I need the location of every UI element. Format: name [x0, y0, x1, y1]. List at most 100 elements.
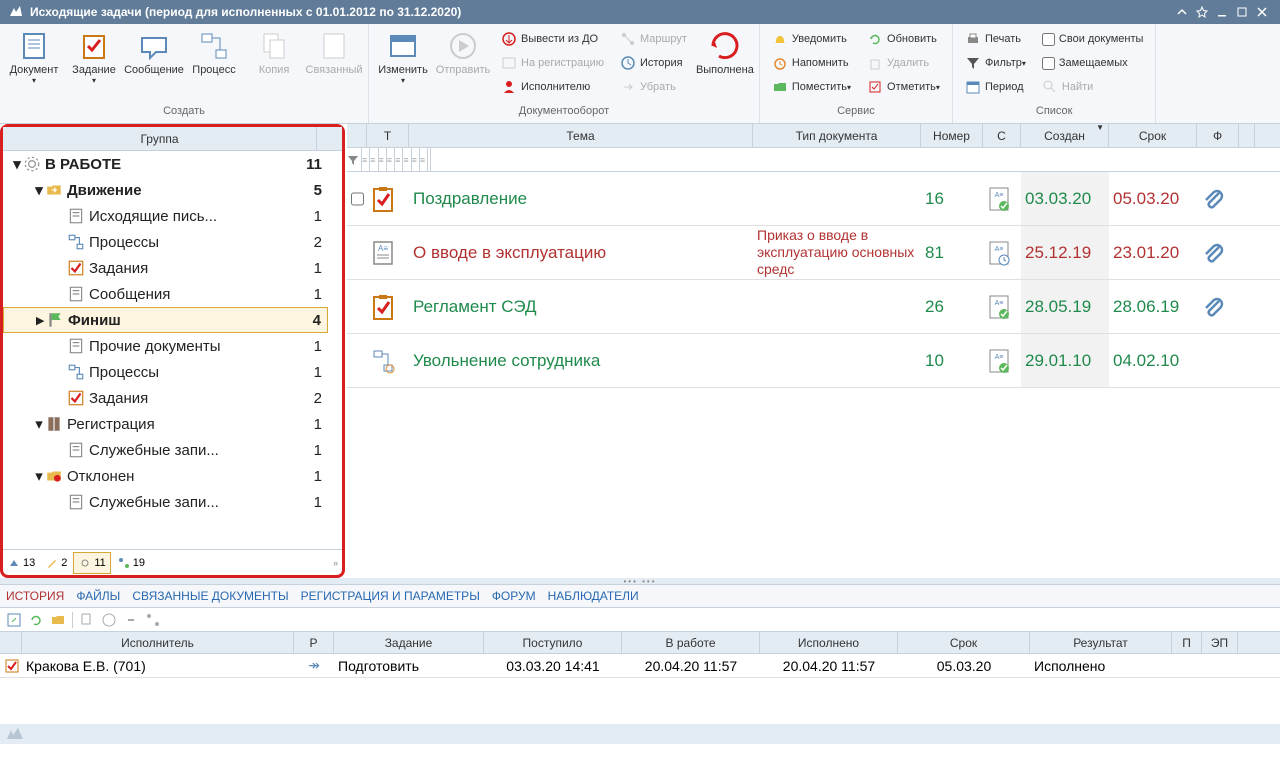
mark-button[interactable]: Отметить ▾ — [863, 76, 944, 98]
send-button: Отправить — [433, 26, 493, 80]
refresh-detail-icon[interactable] — [28, 612, 44, 628]
dgrid-icon-col[interactable] — [0, 632, 22, 653]
dgrid-received-col[interactable]: Поступило — [484, 632, 622, 653]
tree-item[interactable]: Исходящие пись...1 — [3, 203, 328, 229]
minimize-button[interactable] — [1212, 2, 1232, 22]
remind-button[interactable]: Напомнить — [768, 52, 855, 74]
tree-item[interactable]: Прочие документы1 — [3, 333, 328, 359]
row-status-icon: A≡ — [987, 239, 1011, 267]
up-icon[interactable] — [1172, 2, 1192, 22]
edit-detail-icon[interactable] — [6, 612, 22, 628]
tree-item[interactable]: ▾В РАБОТЕ11 — [3, 151, 328, 177]
star-icon[interactable] — [1192, 2, 1212, 22]
tree-item[interactable]: Процессы2 — [3, 229, 328, 255]
tree-item[interactable]: Сообщения1 — [3, 281, 328, 307]
grid-header-created[interactable]: Создан▼ — [1021, 124, 1109, 147]
filter-button[interactable]: Фильтр ▾ — [961, 52, 1030, 74]
details-tab[interactable]: РЕГИСТРАЦИЯ И ПАРАМЕТРЫ — [301, 589, 480, 603]
details-tab[interactable]: ИСТОРИЯ — [6, 589, 64, 603]
details-tab[interactable]: ФАЙЛЫ — [76, 589, 120, 603]
tree-item[interactable]: Служебные запи...1 — [3, 437, 328, 463]
open-folder-icon[interactable] — [50, 612, 66, 628]
maximize-button[interactable] — [1232, 2, 1252, 22]
grid-header-attach[interactable]: Ф — [1197, 124, 1239, 147]
grid-body[interactable]: Поздравление16A≡03.03.2005.03.20A≡О ввод… — [347, 172, 1280, 578]
tree-item[interactable]: ▾Регистрация1 — [3, 411, 328, 437]
grid-header-doctype[interactable]: Тип документа — [753, 124, 921, 147]
dgrid-result-col[interactable]: Результат — [1030, 632, 1172, 653]
notify-button[interactable]: Уведомить — [768, 28, 855, 50]
dgrid-inwork-col[interactable]: В работе — [622, 632, 760, 653]
tree-tab[interactable]: 13 — [3, 552, 39, 574]
tree-tab[interactable]: 19 — [113, 552, 149, 574]
tree-item[interactable]: Процессы1 — [3, 359, 328, 385]
trash-icon — [867, 55, 883, 71]
dgrid-due-col[interactable]: Срок — [898, 632, 1030, 653]
new-message-button[interactable]: Сообщение — [124, 26, 184, 80]
executor-button[interactable]: Исполнителю — [497, 76, 608, 98]
sort-desc-icon: ▼ — [1096, 123, 1104, 132]
details-tab[interactable]: СВЯЗАННЫЕ ДОКУМЕНТЫ — [132, 589, 288, 603]
tree-tab[interactable]: 11 — [73, 552, 110, 574]
period-button[interactable]: Период — [961, 76, 1030, 98]
row-status-icon: A≡ — [987, 347, 1011, 375]
new-process-button[interactable]: Процесс — [184, 26, 244, 80]
refresh-button[interactable]: Обновить — [863, 28, 944, 50]
expand-icon[interactable]: ▸ — [34, 311, 46, 329]
new-document-button[interactable]: Документ▾ — [4, 26, 64, 89]
tree-item[interactable]: ▾Движение5 — [3, 177, 328, 203]
grid-header-theme[interactable]: Тема — [409, 124, 753, 147]
dgrid-sig-col[interactable]: ЭП — [1202, 632, 1238, 653]
dgrid-done-col[interactable]: Исполнено — [760, 632, 898, 653]
tree-item[interactable]: ▾Отклонен1 — [3, 463, 328, 489]
grid-row[interactable]: A≡О вводе в эксплуатациюПриказ о вводе в… — [347, 226, 1280, 280]
grid-header-type[interactable]: Т — [367, 124, 409, 147]
details-tab[interactable]: НАБЛЮДАТЕЛИ — [548, 589, 639, 603]
expand-icon[interactable]: ▾ — [33, 181, 45, 199]
link-detail-icon[interactable] — [123, 612, 139, 628]
grid-filter-row[interactable]: ≡≡≡≡≡≡≡≡ — [347, 148, 1280, 172]
row-attach — [1197, 280, 1239, 333]
dgrid-task-col[interactable]: Задание — [334, 632, 484, 653]
substituted-checkbox[interactable]: Замещаемых — [1038, 52, 1148, 74]
history-button[interactable]: История — [616, 52, 691, 74]
tree-item[interactable]: Задания2 — [3, 385, 328, 411]
grid-header-checkbox[interactable] — [347, 124, 367, 147]
grid-row[interactable]: Поздравление16A≡03.03.2005.03.20 — [347, 172, 1280, 226]
expand-icon[interactable]: ▾ — [33, 467, 45, 485]
dgrid-p-col[interactable]: П — [1172, 632, 1202, 653]
expand-icon[interactable]: ▾ — [11, 155, 23, 173]
tree-item[interactable]: Задания1 — [3, 255, 328, 281]
edit-button[interactable]: Изменить▾ — [373, 26, 433, 89]
new-task-button[interactable]: Задание▾ — [64, 26, 124, 89]
tree-tab[interactable]: 2 — [41, 552, 71, 574]
close-button[interactable] — [1252, 2, 1272, 22]
due-cell: 05.03.20 — [898, 654, 1030, 677]
details-row[interactable]: Кракова Е.В. (701)↠Подготовить03.03.20 1… — [0, 654, 1280, 678]
grid-header-status[interactable]: С — [983, 124, 1021, 147]
tree-body[interactable]: ▾В РАБОТЕ11▾Движение5Исходящие пись...1П… — [3, 151, 342, 549]
grid-header-due[interactable]: Срок — [1109, 124, 1197, 147]
grid-row[interactable]: Увольнение сотрудника10A≡29.01.1004.02.1… — [347, 334, 1280, 388]
row-checkbox[interactable] — [351, 192, 364, 206]
details-grid-body[interactable]: Кракова Е.В. (701)↠Подготовить03.03.20 1… — [0, 654, 1280, 724]
alarm-icon — [772, 55, 788, 71]
status-bar — [0, 724, 1280, 744]
clock-detail-icon[interactable] — [101, 612, 117, 628]
dgrid-executor-col[interactable]: Исполнитель — [22, 632, 294, 653]
tree-item[interactable]: ▸Финиш4 — [3, 307, 328, 333]
executed-icon — [709, 30, 741, 62]
dgrid-r-col[interactable]: Р — [294, 632, 334, 653]
own-docs-checkbox[interactable]: Свои документы — [1038, 28, 1148, 50]
tree-item[interactable]: Служебные запи...1 — [3, 489, 328, 515]
vyvesti-button[interactable]: Вывести из ДО — [497, 28, 608, 50]
place-button[interactable]: Поместить ▾ — [768, 76, 855, 98]
expand-icon[interactable]: ▾ — [33, 415, 45, 433]
copy-detail-icon[interactable] — [79, 612, 95, 628]
grid-row[interactable]: Регламент СЭД26A≡28.05.1928.06.19 — [347, 280, 1280, 334]
grid-header-number[interactable]: Номер — [921, 124, 983, 147]
branch-detail-icon[interactable] — [145, 612, 161, 628]
print-button[interactable]: Печать — [961, 28, 1030, 50]
executed-button[interactable]: Выполнена — [695, 26, 755, 80]
details-tab[interactable]: ФОРУМ — [492, 589, 536, 603]
